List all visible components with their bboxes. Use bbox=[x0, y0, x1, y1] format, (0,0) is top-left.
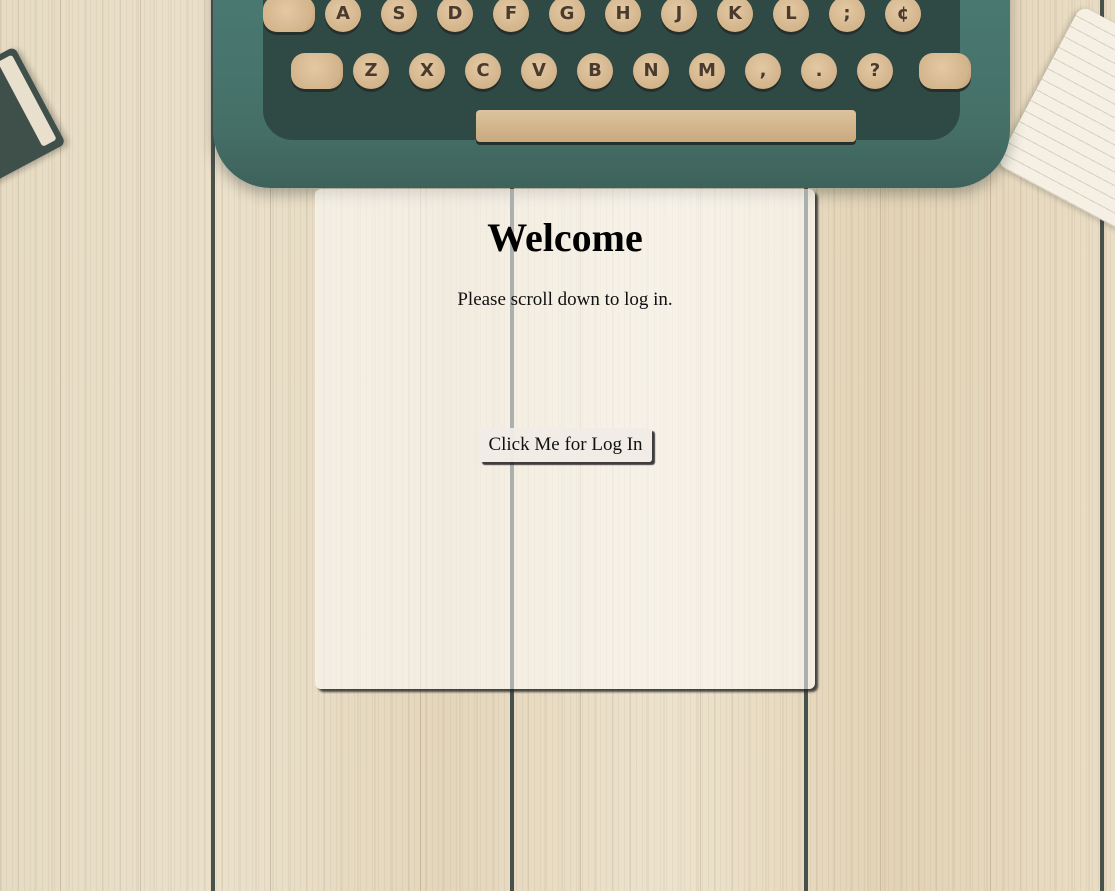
typewriter-key: H bbox=[605, 0, 641, 32]
typewriter-key: N bbox=[633, 53, 669, 89]
typewriter-image: A S D F G H J K L; ¢ Z X C V B N M,.? bbox=[213, 0, 1010, 188]
welcome-card: Welcome Please scroll down to log in. Cl… bbox=[315, 189, 815, 689]
typewriter-key: L bbox=[773, 0, 809, 32]
typewriter-key bbox=[291, 53, 343, 89]
typewriter-key: ? bbox=[857, 53, 893, 89]
typewriter-key: , bbox=[745, 53, 781, 89]
typewriter-key: F bbox=[493, 0, 529, 32]
page-title: Welcome bbox=[487, 215, 643, 260]
typewriter-key: . bbox=[801, 53, 837, 89]
wood-grain bbox=[140, 0, 141, 891]
notepad-decoration bbox=[996, 5, 1115, 235]
typewriter-key: D bbox=[437, 0, 473, 32]
typewriter-key: ; bbox=[829, 0, 865, 32]
typewriter-keyboard: A S D F G H J K L; ¢ Z X C V B N M,.? bbox=[263, 0, 971, 142]
typewriter-key: Z bbox=[353, 53, 389, 89]
book-decoration bbox=[0, 46, 66, 184]
typewriter-key bbox=[263, 0, 315, 32]
typewriter-key bbox=[919, 53, 971, 89]
typewriter-key: K bbox=[717, 0, 753, 32]
login-button[interactable]: Click Me for Log In bbox=[479, 428, 652, 462]
typewriter-key: S bbox=[381, 0, 417, 32]
typewriter-key: M bbox=[689, 53, 725, 89]
typewriter-key: B bbox=[577, 53, 613, 89]
typewriter-key: X bbox=[409, 53, 445, 89]
scroll-hint-text: Please scroll down to log in. bbox=[457, 289, 673, 310]
typewriter-key: J bbox=[661, 0, 697, 32]
typewriter-key: V bbox=[521, 53, 557, 89]
typewriter-key: G bbox=[549, 0, 585, 32]
typewriter-key: C bbox=[465, 53, 501, 89]
typewriter-key: ¢ bbox=[885, 0, 921, 32]
spacebar bbox=[476, 110, 856, 142]
typewriter-key: A bbox=[325, 0, 361, 32]
